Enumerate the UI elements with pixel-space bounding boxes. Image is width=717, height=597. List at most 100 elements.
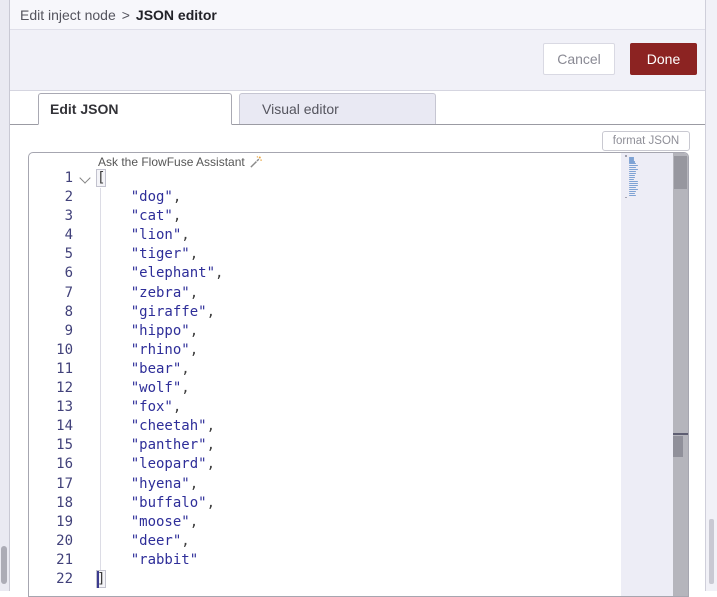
- line-number: 3: [64, 208, 73, 225]
- fold-gutter: [73, 264, 97, 283]
- edit-json-panel: format JSON Ask the FlowFuse Assistant 1…: [10, 125, 705, 597]
- code-line[interactable]: 7 "zebra",: [29, 284, 620, 303]
- fold-gutter: [73, 226, 97, 245]
- fold-gutter: [73, 379, 97, 398]
- format-json-button[interactable]: format JSON: [602, 131, 690, 151]
- fold-gutter: [73, 551, 97, 570]
- page-title: JSON editor: [135, 6, 217, 23]
- cancel-button[interactable]: Cancel: [543, 43, 615, 75]
- code-line[interactable]: 18 "buffalo",: [29, 494, 620, 513]
- line-number: 21: [56, 551, 73, 568]
- fold-gutter: [73, 532, 97, 551]
- line-number: 17: [56, 475, 73, 492]
- code-line[interactable]: 4 "lion",: [29, 226, 620, 245]
- code-lines[interactable]: 1[2 "dog", 3 "cat", 4 "lion", 5 "tiger", 6 "…: [29, 169, 620, 589]
- code-line[interactable]: 15 "panther",: [29, 436, 620, 455]
- tab-visual-editor[interactable]: Visual editor: [239, 93, 436, 124]
- code-line[interactable]: 19 "moose",: [29, 513, 620, 532]
- line-number: 7: [64, 284, 73, 301]
- line-number: 14: [56, 418, 73, 435]
- code-line-text: "cat",: [130, 208, 182, 225]
- line-number: 16: [56, 456, 73, 473]
- code-line-text: [: [95, 169, 107, 187]
- code-line[interactable]: 20 "deer",: [29, 532, 620, 551]
- overview-ruler-mark: [673, 433, 688, 435]
- code-line[interactable]: 9 "hippo",: [29, 322, 620, 341]
- code-line[interactable]: 1[: [29, 169, 620, 188]
- line-number: 10: [56, 341, 73, 358]
- tab-edit-json[interactable]: Edit JSON: [38, 93, 232, 125]
- done-button[interactable]: Done: [630, 43, 697, 75]
- page-right-scrollbar-thumb[interactable]: [709, 519, 714, 584]
- page-left-scrollbar-thumb[interactable]: [1, 546, 7, 584]
- code-line[interactable]: 11 "bear",: [29, 360, 620, 379]
- tab-visual-editor-label: Visual editor: [262, 101, 339, 117]
- code-line[interactable]: 5 "tiger",: [29, 245, 620, 264]
- line-number: 18: [56, 494, 73, 511]
- code-line-text: "lion",: [130, 227, 190, 244]
- editor-tab-bar: Edit JSON Visual editor: [10, 91, 705, 125]
- code-line[interactable]: 6 "elephant",: [29, 264, 620, 283]
- code-line-text: "zebra",: [130, 284, 199, 301]
- magic-wand-icon: [250, 155, 262, 168]
- fold-gutter: [73, 570, 97, 589]
- code-line[interactable]: 2 "dog",: [29, 188, 620, 207]
- line-number: 1: [64, 170, 73, 186]
- code-line[interactable]: 16 "leopard",: [29, 455, 620, 474]
- code-line[interactable]: 13 "fox",: [29, 398, 620, 417]
- json-code-editor[interactable]: Ask the FlowFuse Assistant 1[2 "dog", 3 "…: [28, 152, 689, 597]
- fold-gutter: [73, 436, 97, 455]
- code-line[interactable]: 3 "cat",: [29, 207, 620, 226]
- fold-gutter: [73, 455, 97, 474]
- code-line-text: "rabbit": [130, 551, 199, 568]
- code-line-text: "moose",: [130, 513, 199, 530]
- minimap[interactable]: [621, 153, 673, 596]
- fold-gutter: [73, 475, 97, 494]
- line-number: 9: [64, 322, 73, 339]
- line-number: 20: [56, 532, 73, 549]
- editor-scrollbar-thumb[interactable]: [674, 156, 687, 189]
- code-line[interactable]: 12 "wolf",: [29, 379, 620, 398]
- code-line[interactable]: 8 "giraffe",: [29, 303, 620, 322]
- fold-gutter: [73, 341, 97, 360]
- code-line[interactable]: 17 "hyena",: [29, 475, 620, 494]
- page-right-scrollbar[interactable]: [705, 0, 717, 591]
- editor-scrollbar[interactable]: [673, 153, 688, 596]
- fold-gutter: [73, 513, 97, 532]
- code-line-text: "dog",: [130, 189, 182, 206]
- fold-gutter: [73, 188, 97, 207]
- code-line-text: "fox",: [130, 399, 182, 416]
- code-line[interactable]: 21 "rabbit": [29, 551, 620, 570]
- line-number: 11: [56, 360, 73, 377]
- text-cursor: [97, 570, 99, 588]
- fold-gutter: [73, 207, 97, 226]
- fold-gutter: [73, 284, 97, 303]
- code-line-text: "rhino",: [130, 341, 199, 358]
- code-line-text: "bear",: [130, 360, 190, 377]
- line-number: 2: [64, 189, 73, 206]
- code-line-text: "panther",: [130, 437, 216, 454]
- line-number: 4: [64, 227, 73, 244]
- page-left-scrollbar[interactable]: [0, 0, 10, 591]
- code-line[interactable]: 10 "rhino",: [29, 341, 620, 360]
- fold-gutter: [73, 417, 97, 436]
- line-number: 5: [64, 246, 73, 263]
- breadcrumb-separator: >: [121, 6, 130, 23]
- fold-gutter: [73, 494, 97, 513]
- breadcrumb-parent[interactable]: Edit inject node: [20, 7, 116, 23]
- breadcrumb: Edit inject node > JSON editor: [10, 0, 705, 30]
- overview-ruler-marker: [673, 436, 683, 457]
- fold-chevron-icon[interactable]: [73, 169, 97, 188]
- code-line-text: "tiger",: [130, 246, 199, 263]
- fold-gutter: [73, 303, 97, 322]
- code-line-text: "hippo",: [130, 322, 199, 339]
- flowfuse-assistant-hint[interactable]: Ask the FlowFuse Assistant: [98, 155, 262, 169]
- code-line[interactable]: 14 "cheetah",: [29, 417, 620, 436]
- code-line-text: "cheetah",: [130, 418, 216, 435]
- json-editor-dialog: Edit inject node > JSON editor Cancel Do…: [10, 0, 705, 597]
- fold-gutter: [73, 360, 97, 379]
- code-line[interactable]: 22]: [29, 569, 620, 589]
- line-number: 13: [56, 399, 73, 416]
- code-line-text: "buffalo",: [130, 494, 216, 511]
- code-line-text: "wolf",: [130, 380, 190, 397]
